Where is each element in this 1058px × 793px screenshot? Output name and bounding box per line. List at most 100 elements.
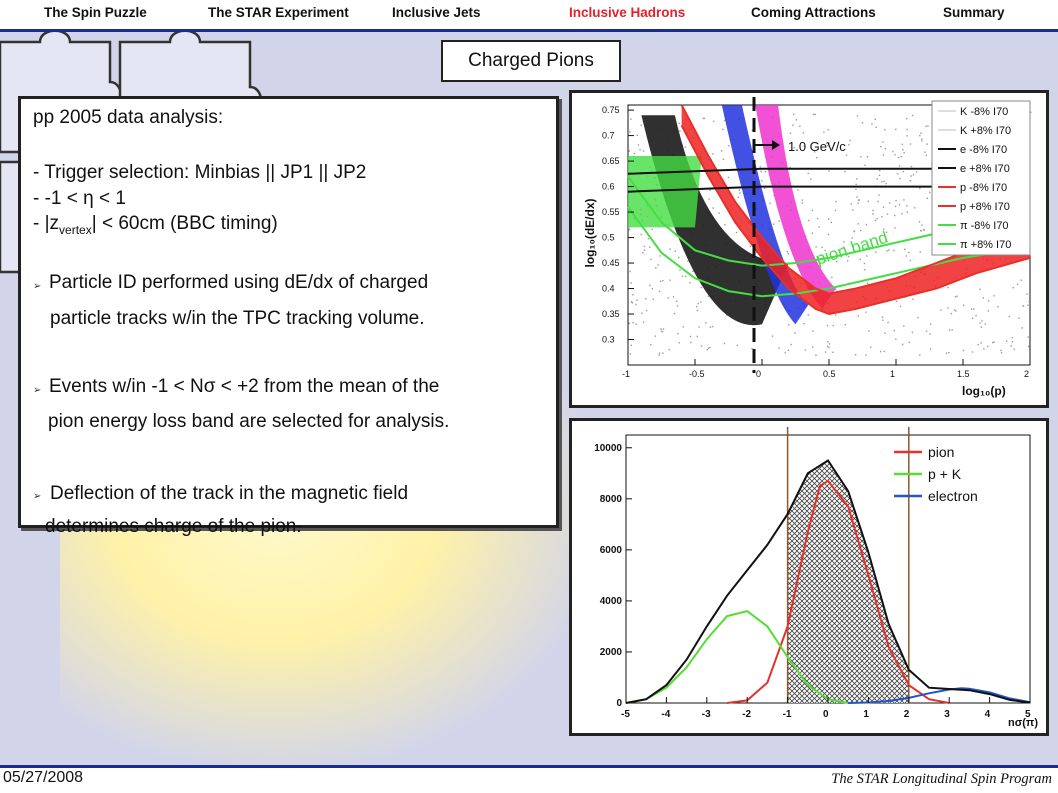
scatter-point [881, 316, 884, 318]
legend-label: e -8% I70 [960, 144, 1007, 156]
scatter-point [921, 224, 923, 226]
scatter-point [864, 164, 866, 166]
scatter-point [628, 322, 630, 324]
scatter-point [636, 134, 638, 136]
x-tick-label: 1 [890, 369, 895, 379]
panel-heading: pp 2005 data analysis: [33, 107, 224, 128]
nav-item-inclusive-jets[interactable]: Inclusive Jets [392, 5, 481, 20]
scatter-point [905, 117, 908, 120]
scatter-point [882, 319, 884, 321]
scatter-point [815, 354, 817, 356]
scatter-point [901, 143, 904, 146]
scatter-point [712, 207, 714, 209]
nav-item-spin-puzzle[interactable]: The Spin Puzzle [44, 5, 147, 20]
scatter-point [856, 196, 858, 198]
scatter-point [1020, 279, 1022, 281]
scatter-point [895, 199, 897, 202]
scatter-point [763, 187, 766, 190]
scatter-point [727, 176, 730, 179]
scatter-point [919, 187, 921, 190]
bullet-arrow-icon: ➢ [33, 491, 42, 502]
scatter-point [1011, 340, 1014, 343]
nav-item-summary[interactable]: Summary [943, 5, 1005, 20]
eta-cut-suffix: < 1 [93, 188, 126, 209]
y-tick-label: 0.75 [602, 105, 620, 115]
scatter-point [872, 209, 874, 212]
scatter-point [1008, 315, 1011, 318]
bullet-2-line-1: Events w/in -1 < Nσ < +2 from the mean o… [49, 376, 439, 398]
scatter-point [900, 155, 903, 158]
scatter-point [860, 156, 862, 158]
scatter-point [927, 125, 929, 127]
scatter-point [696, 305, 698, 308]
scatter-point [803, 323, 805, 325]
scatter-point [884, 129, 886, 131]
scatter-point [658, 290, 661, 293]
scatter-point [786, 250, 789, 253]
scatter-point [850, 203, 852, 205]
x-tick-label: 0.5 [823, 369, 836, 379]
scatter-point [658, 354, 660, 356]
nav-item-coming-attractions[interactable]: Coming Attractions [751, 5, 876, 20]
scatter-point [790, 343, 792, 346]
x-tick-label: -2 [742, 709, 751, 720]
scatter-point [784, 351, 786, 354]
scatter-point [739, 192, 741, 194]
y-tick-label: 0.3 [602, 335, 615, 345]
scatter-point [662, 352, 664, 354]
scatter-point [977, 343, 979, 346]
scatter-point [924, 151, 926, 153]
scatter-point [874, 118, 876, 121]
nav-item-star-experiment[interactable]: The STAR Experiment [208, 5, 349, 20]
scatter-point [953, 309, 956, 311]
scatter-point [705, 322, 707, 324]
scatter-point [920, 230, 922, 232]
nav-item-inclusive-hadrons[interactable]: Inclusive Hadrons [569, 5, 685, 20]
scatter-point [875, 251, 877, 253]
scatter-point [880, 145, 882, 148]
scatter-point [975, 314, 977, 317]
sigma-symbol: σ [203, 376, 216, 397]
scatter-point [993, 341, 995, 343]
scatter-point [1000, 352, 1003, 354]
scatter-point [630, 118, 632, 120]
scatter-point [881, 215, 883, 218]
scatter-point [857, 202, 859, 204]
scatter-point [629, 353, 632, 355]
scatter-point [642, 321, 645, 323]
legend-label: K -8% I70 [960, 106, 1008, 118]
scatter-point [865, 354, 867, 356]
scatter-point [987, 300, 990, 302]
scatter-point [801, 202, 804, 204]
scatter-point [886, 213, 889, 215]
scatter-point [640, 124, 643, 127]
scatter-point [925, 330, 928, 332]
x-tick-label: 2 [1024, 369, 1029, 379]
scatter-point [875, 126, 877, 128]
y-tick-label: 0.5 [602, 233, 615, 243]
scatter-point [828, 346, 830, 349]
scatter-point [929, 191, 931, 194]
scatter-point [678, 342, 680, 344]
scatter-point [708, 198, 710, 200]
scatter-point [896, 173, 899, 175]
scatter-point [901, 213, 903, 215]
scatter-point [654, 335, 657, 337]
legend-label: p +8% I70 [960, 201, 1010, 213]
scatter-point [635, 303, 637, 306]
scatter-point [1027, 336, 1029, 338]
scatter-point [769, 202, 771, 205]
scatter-point [687, 260, 689, 262]
scatter-point [863, 269, 866, 271]
scatter-point [826, 324, 829, 327]
scatter-point [877, 200, 879, 203]
scatter-point [970, 308, 973, 310]
scatter-point [948, 329, 951, 331]
scatter-point [844, 323, 846, 326]
scatter-point [662, 328, 665, 330]
scatter-point [986, 345, 989, 348]
scatter-point [678, 256, 680, 259]
scatter-point [818, 226, 820, 228]
scatter-point [629, 131, 631, 133]
scatter-point [834, 209, 837, 212]
